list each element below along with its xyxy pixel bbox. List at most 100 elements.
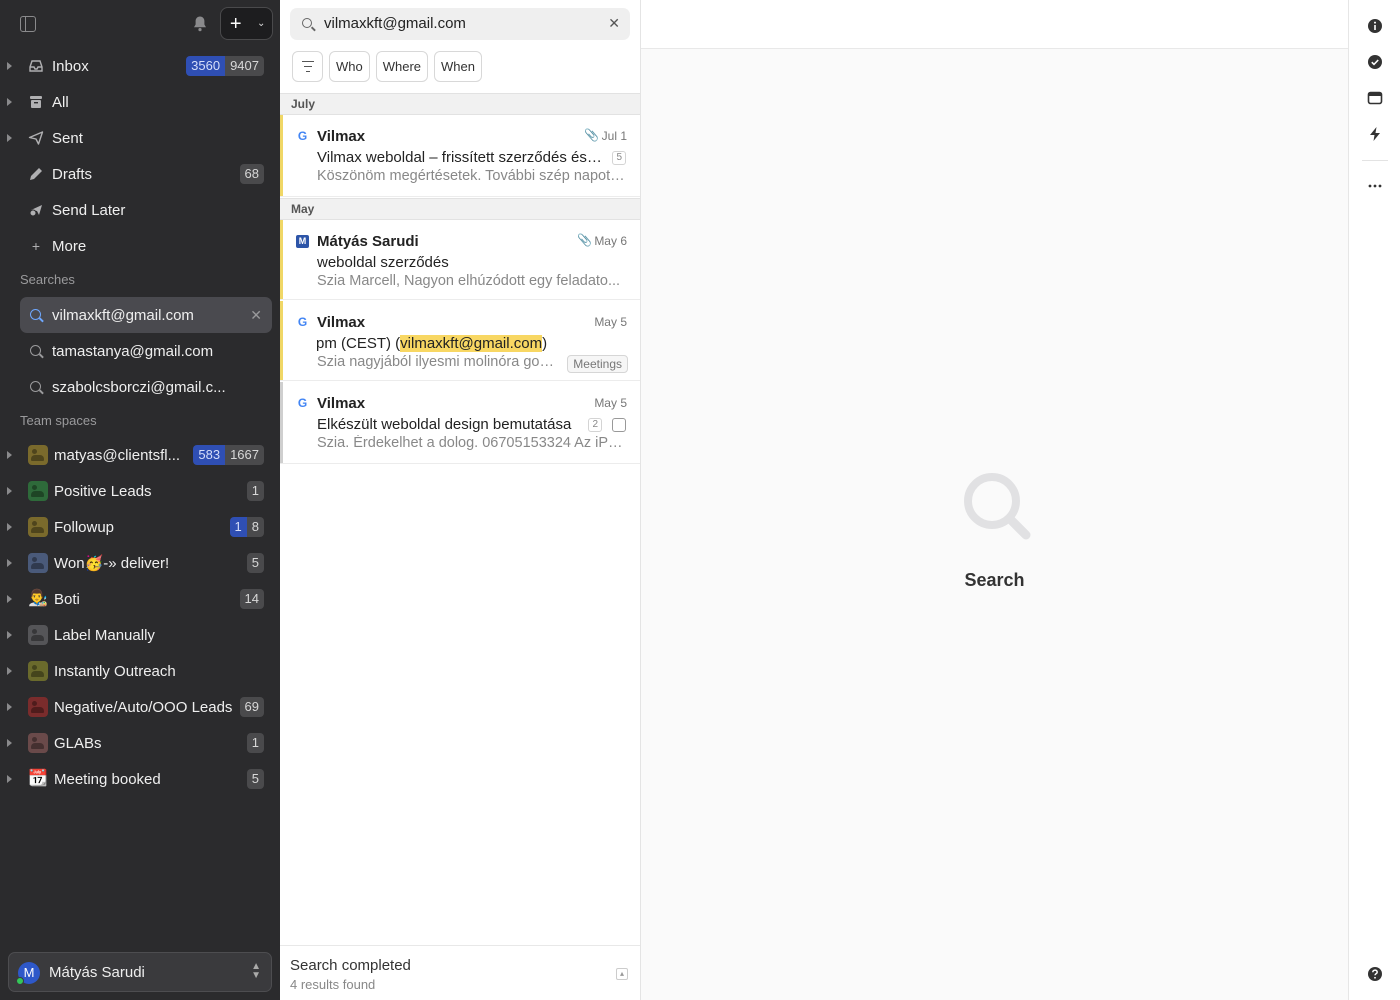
team-item[interactable]: matyas@clientsfl... 583 1667 bbox=[0, 437, 280, 473]
expand-caret-icon[interactable] bbox=[7, 134, 12, 142]
email-date: May 6 bbox=[594, 234, 627, 248]
reading-toolbar bbox=[641, 0, 1348, 49]
info-icon[interactable] bbox=[1367, 18, 1383, 34]
badge-blue: 3560 bbox=[186, 56, 226, 76]
attachment-icon: 📎 bbox=[577, 233, 592, 247]
check-circle-icon[interactable] bbox=[1367, 54, 1383, 70]
badge-blue: 1 bbox=[229, 517, 247, 537]
google-icon: G bbox=[297, 396, 308, 410]
team-label: Positive Leads bbox=[54, 482, 152, 500]
email-date: May 5 bbox=[594, 396, 627, 410]
email-subject: pm (CEST) (vilmaxkft@gmail.com) bbox=[316, 335, 606, 352]
nav-item-drafts[interactable]: Drafts 68 bbox=[0, 156, 280, 192]
message-list-pane: ✕ Who Where When July G Vilmax 📎 Jul 1 V… bbox=[280, 0, 641, 1000]
team-icon bbox=[28, 733, 48, 753]
help-icon[interactable] bbox=[1367, 966, 1383, 982]
email-row[interactable]: G Vilmax 📎 Jul 1 Vilmax weboldal – friss… bbox=[280, 115, 640, 197]
search-input[interactable] bbox=[324, 15, 594, 32]
search-bar[interactable]: ✕ bbox=[290, 8, 630, 40]
expand-caret-icon[interactable] bbox=[7, 98, 12, 106]
team-item[interactable]: Positive Leads 1 bbox=[0, 473, 280, 509]
window-icon[interactable] bbox=[1367, 90, 1383, 106]
filter-chip-who[interactable]: Who bbox=[329, 51, 370, 82]
search-icon bbox=[964, 473, 1031, 540]
unread-badge: 583 1667 bbox=[193, 445, 264, 465]
label-tag[interactable]: Meetings bbox=[567, 355, 628, 373]
badge-gray: 1 bbox=[246, 733, 264, 753]
nav-label: Sent bbox=[52, 129, 83, 147]
nav-item-all[interactable]: All bbox=[0, 84, 280, 120]
team-item[interactable]: Followup 1 8 bbox=[0, 509, 280, 545]
expand-caret-icon[interactable] bbox=[7, 62, 12, 70]
team-item[interactable]: Negative/Auto/OOO Leads 69 bbox=[0, 689, 280, 725]
email-sender: Mátyás Sarudi bbox=[317, 233, 419, 250]
nav-item-send-later[interactable]: Send Later bbox=[0, 192, 280, 228]
expand-caret-icon[interactable] bbox=[7, 523, 12, 531]
filter-button[interactable] bbox=[292, 51, 323, 82]
filter-chip-where[interactable]: Where bbox=[375, 51, 429, 82]
count-badge: 69 bbox=[239, 697, 264, 717]
sidebar-toggle-icon[interactable] bbox=[20, 16, 36, 32]
badge-blue: 583 bbox=[193, 445, 226, 465]
email-date: May 5 bbox=[594, 315, 627, 329]
email-row[interactable]: G Vilmax May 5 Elkészült weboldal design… bbox=[280, 382, 640, 464]
chevron-down-icon[interactable]: ⌄ bbox=[250, 18, 272, 29]
nav-item-more[interactable]: + More bbox=[0, 228, 280, 264]
archive-icon bbox=[30, 96, 42, 108]
nav-label: Send Later bbox=[52, 201, 126, 219]
saved-search-item[interactable]: tamastanya@gmail.com bbox=[20, 333, 272, 369]
select-checkbox[interactable] bbox=[612, 418, 626, 432]
search-icon bbox=[30, 381, 41, 392]
expand-caret-icon[interactable] bbox=[7, 667, 12, 675]
team-item[interactable]: Instantly Outreach bbox=[0, 653, 280, 689]
close-icon[interactable]: ✕ bbox=[250, 307, 262, 324]
account-switcher[interactable]: M Mátyás Sarudi ▲ ▼ bbox=[8, 952, 272, 992]
team-item[interactable]: Won🥳-» deliver! 5 bbox=[0, 545, 280, 581]
saved-search-label: tamastanya@gmail.com bbox=[52, 342, 214, 360]
bolt-icon[interactable] bbox=[1367, 126, 1383, 142]
saved-search-item[interactable]: vilmaxkft@gmail.com ✕ bbox=[20, 297, 272, 333]
team-item[interactable]: GLABs 1 bbox=[0, 725, 280, 761]
badge-gray: 5 bbox=[246, 553, 264, 573]
nav-item-sent[interactable]: Sent bbox=[0, 120, 280, 156]
count-badge: 14 bbox=[239, 589, 264, 609]
expand-caret-icon[interactable] bbox=[7, 631, 12, 639]
team-item[interactable]: Label Manually bbox=[0, 617, 280, 653]
team-icon bbox=[28, 625, 48, 645]
expand-caret-icon[interactable] bbox=[7, 739, 12, 747]
right-rail bbox=[1348, 0, 1400, 1000]
email-preview: Köszönöm megértésetek. További szép napo… bbox=[317, 168, 627, 184]
clear-search-icon[interactable]: ✕ bbox=[608, 15, 620, 32]
unread-indicator bbox=[280, 115, 283, 196]
expand-caret-icon[interactable] bbox=[7, 703, 12, 711]
email-preview: Szia nagyjából ilyesmi molinóra gon... bbox=[317, 354, 557, 370]
saved-search-item[interactable]: szabolcsborczi@gmail.c... bbox=[20, 369, 272, 405]
team-item[interactable]: 👨‍🎨 Boti 14 bbox=[0, 581, 280, 617]
email-sender: Vilmax bbox=[317, 314, 366, 331]
filter-chip-when[interactable]: When bbox=[434, 51, 482, 82]
expand-caret-icon[interactable] bbox=[7, 487, 12, 495]
bell-icon[interactable] bbox=[192, 15, 208, 33]
more-icon[interactable] bbox=[1367, 178, 1383, 194]
expand-caret-icon[interactable] bbox=[7, 559, 12, 567]
compose-button[interactable]: + ⌄ bbox=[220, 7, 273, 40]
saved-search-label: vilmaxkft@gmail.com bbox=[52, 306, 194, 324]
email-row[interactable]: G Vilmax May 5 pm (CEST) (vilmaxkft@gmai… bbox=[280, 301, 640, 381]
email-row[interactable]: M Mátyás Sarudi 📎 May 6 weboldal szerződ… bbox=[280, 220, 640, 300]
google-icon: G bbox=[297, 129, 308, 143]
badge-gray: 9407 bbox=[225, 56, 264, 76]
email-subject: Elkészült weboldal design bemutatása bbox=[317, 416, 572, 433]
nav-item-inbox[interactable]: Inbox 3560 9407 bbox=[0, 48, 280, 84]
collapse-icon[interactable]: ▴ bbox=[616, 968, 628, 980]
team-item[interactable]: 📆 Meeting booked 5 bbox=[0, 761, 280, 797]
team-icon bbox=[28, 445, 48, 465]
expand-caret-icon[interactable] bbox=[7, 451, 12, 459]
empty-state-label: Search bbox=[964, 570, 1025, 590]
expand-caret-icon[interactable] bbox=[7, 775, 12, 783]
count-badge: 1 bbox=[246, 733, 264, 753]
plus-icon[interactable]: + bbox=[221, 9, 250, 39]
filter-icon-line bbox=[302, 61, 314, 63]
send-icon bbox=[28, 131, 44, 145]
expand-caret-icon[interactable] bbox=[7, 595, 12, 603]
searches-heading: Searches bbox=[20, 272, 75, 287]
